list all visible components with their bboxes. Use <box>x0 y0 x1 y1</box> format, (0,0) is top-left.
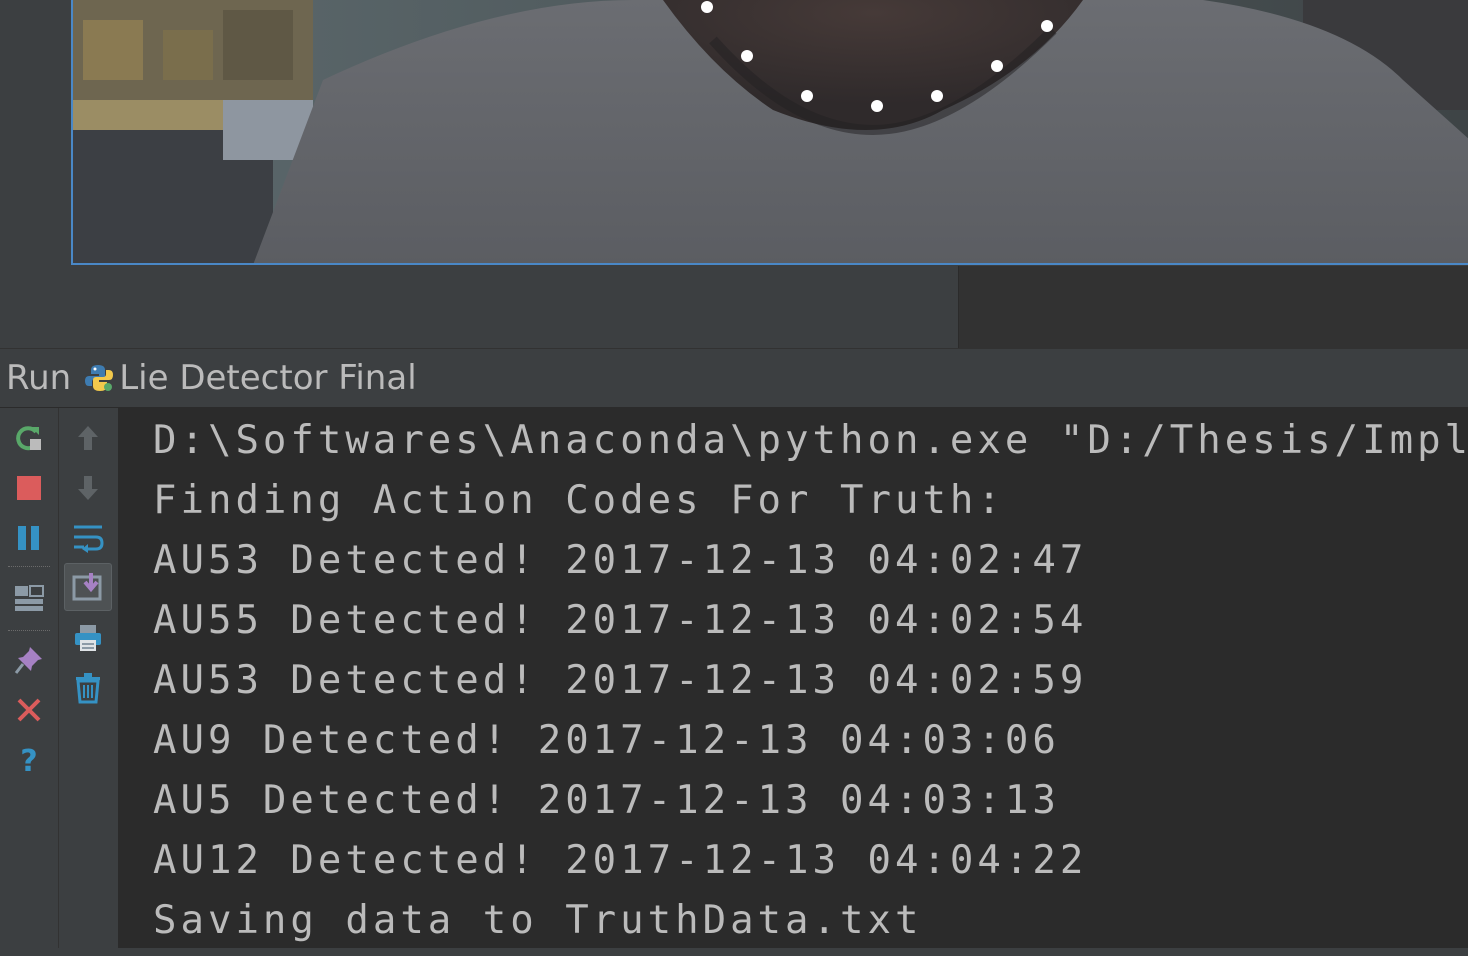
restore-layout-icon <box>15 585 44 611</box>
soft-wrap-button[interactable] <box>66 516 110 560</box>
status-strip <box>0 948 1468 956</box>
help-icon: ? <box>20 744 37 776</box>
python-icon <box>83 362 115 394</box>
soft-wrap-icon <box>74 525 104 553</box>
help-button[interactable]: ? <box>7 738 51 782</box>
run-toolbar-secondary <box>59 408 117 956</box>
stop-button[interactable] <box>7 466 51 510</box>
pause-button[interactable] <box>7 516 51 560</box>
editor-area <box>0 0 1468 348</box>
clear-all-icon <box>76 673 100 704</box>
console-line: AU55 Detected! 2017-12-13 04:02:54 <box>153 598 1088 643</box>
restore-layout-button[interactable] <box>7 576 51 620</box>
run-toolbar-primary: ? <box>0 408 59 956</box>
scroll-to-end-icon <box>72 573 102 601</box>
pin-icon <box>14 647 42 674</box>
stop-icon <box>17 476 41 500</box>
run-config-name: Lie Detector Final <box>119 358 417 398</box>
console-line-command: D:\Softwares\Anaconda\python.exe "D:/The… <box>153 418 1468 463</box>
run-label: Run <box>6 358 72 398</box>
down-arrow-icon <box>78 476 98 500</box>
console-line: AU53 Detected! 2017-12-13 04:02:47 <box>153 538 1088 583</box>
svg-text:?: ? <box>20 744 37 776</box>
console-line: AU12 Detected! 2017-12-13 04:04:22 <box>153 838 1088 883</box>
pause-icon <box>18 526 39 550</box>
close-button[interactable] <box>7 688 51 732</box>
editor-empty-panel <box>958 266 1468 348</box>
rerun-icon <box>16 426 41 451</box>
console-line: Finding Action Codes For Truth: <box>153 478 1005 523</box>
console-line: AU9 Detected! 2017-12-13 04:03:06 <box>153 718 1060 763</box>
print-icon <box>75 625 101 651</box>
close-icon <box>17 698 41 722</box>
run-tool-window-header: Run Lie Detector Final <box>0 348 1468 408</box>
webcam-frame-image <box>71 0 1468 265</box>
console-output[interactable]: D:\Softwares\Anaconda\python.exe "D:/The… <box>118 408 1468 948</box>
previous-occurrence-button[interactable] <box>66 416 110 460</box>
console-line: AU53 Detected! 2017-12-13 04:02:59 <box>153 658 1088 703</box>
console-line: Saving data to TruthData.txt <box>153 898 923 943</box>
pin-tab-button[interactable] <box>7 638 51 682</box>
up-arrow-icon <box>78 426 98 450</box>
clear-all-button[interactable] <box>66 666 110 710</box>
scroll-to-end-button[interactable] <box>64 563 112 611</box>
console-line: AU5 Detected! 2017-12-13 04:03:13 <box>153 778 1060 823</box>
print-button[interactable] <box>66 616 110 660</box>
rerun-button[interactable] <box>7 416 51 460</box>
next-occurrence-button[interactable] <box>66 466 110 510</box>
